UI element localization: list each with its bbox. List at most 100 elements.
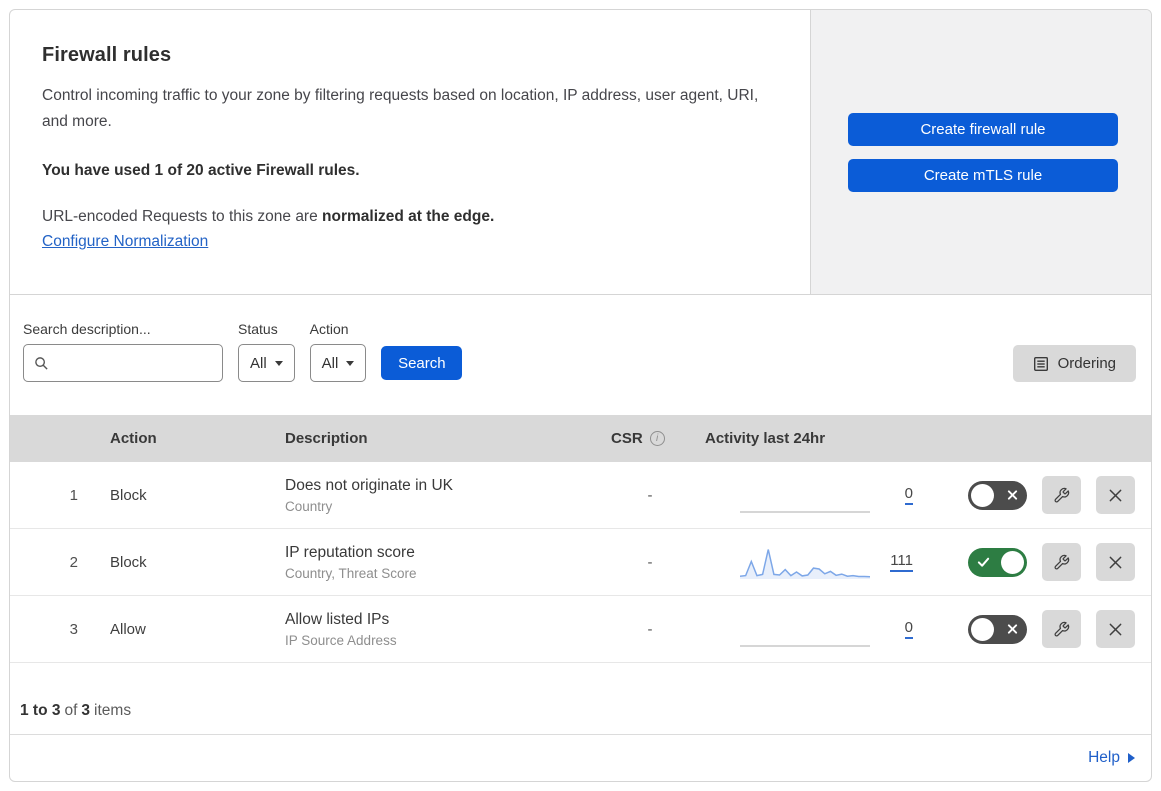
rule-description-cell: Allow listed IPs IP Source Address (275, 611, 595, 648)
rule-description-cell: IP reputation score Country, Threat Scor… (275, 544, 595, 581)
delete-rule-button[interactable] (1096, 610, 1135, 648)
delete-rule-button[interactable] (1096, 476, 1135, 514)
activity-sparkline (740, 645, 870, 647)
rule-activity-cell: 0 (705, 477, 935, 513)
rule-activity-cell: 0 (705, 611, 935, 647)
pagination-total: 3 (81, 702, 91, 719)
filter-controls: Search description... Status All Action … (23, 321, 463, 382)
rule-fields: Country (285, 498, 333, 514)
action-dropdown-value: All (321, 354, 339, 372)
rule-csr-value: - (647, 620, 653, 638)
help-bar: Help (10, 734, 1151, 780)
table-row: 2 Block IP reputation score Country, Thr… (10, 529, 1151, 596)
search-group: Search description... (23, 321, 223, 382)
chevron-down-icon (346, 360, 355, 366)
help-link-label: Help (1088, 748, 1120, 766)
rule-controls (935, 610, 1151, 648)
page-title: Firewall rules (42, 44, 172, 66)
edit-rule-button[interactable] (1042, 543, 1081, 581)
table-header: Action Description CSR i Activity last 2… (10, 415, 1151, 462)
activity-count-link[interactable]: 0 (904, 619, 913, 639)
rule-description-cell: Does not originate in UK Country (275, 477, 595, 514)
pagination-items: items (94, 702, 132, 719)
search-icon (34, 356, 49, 371)
activity-count-link[interactable]: 111 (890, 552, 913, 572)
status-dropdown-value: All (250, 354, 267, 372)
rule-priority-number: 2 (69, 553, 78, 571)
table-row: 3 Allow Allow listed IPs IP Source Addre… (10, 596, 1151, 663)
ordering-button-label: Ordering (1057, 355, 1116, 372)
header-text-block: Firewall rules Control incoming traffic … (10, 10, 810, 294)
close-icon (1108, 622, 1123, 637)
wrench-icon (1053, 554, 1070, 571)
edit-rule-button[interactable] (1042, 476, 1081, 514)
action-label: Action (309, 321, 349, 337)
toggle-knob (971, 483, 994, 507)
usage-text: You have used 1 of 20 active Firewall ru… (42, 162, 360, 179)
arrow-right-icon (1128, 752, 1135, 763)
actions-panel: Create firewall rule Create mTLS rule (810, 10, 1151, 294)
status-dropdown[interactable]: All (238, 344, 295, 382)
rule-priority-number: 3 (69, 620, 78, 638)
rule-controls (935, 543, 1151, 581)
column-header-csr: CSR i (595, 430, 705, 447)
rule-activity-cell: 111 (705, 544, 935, 580)
rule-action: Block (110, 553, 147, 571)
chevron-down-icon (274, 360, 283, 366)
rule-description: Does not originate in UK (285, 476, 454, 494)
create-mtls-rule-button[interactable]: Create mTLS rule (848, 158, 1118, 192)
wrench-icon (1053, 487, 1070, 504)
rule-csr-value: - (647, 553, 653, 571)
page-description: Control incoming traffic to your zone by… (42, 87, 759, 130)
toggle-knob (1001, 550, 1024, 574)
activity-sparkline (740, 549, 870, 579)
rule-description: Allow listed IPs (285, 610, 390, 628)
pagination-bar: 1 to 3 of 3 items (10, 663, 1151, 734)
help-link[interactable]: Help (1088, 749, 1135, 767)
rule-action: Block (110, 486, 147, 504)
search-box[interactable] (23, 344, 223, 382)
activity-count-link[interactable]: 0 (904, 485, 913, 505)
rule-fields: Country, Threat Score (285, 565, 417, 581)
configure-normalization-link[interactable]: Configure Normalization (42, 233, 208, 250)
rule-enabled-toggle[interactable] (968, 547, 1027, 577)
table-body: 1 Block Does not originate in UK Country… (10, 462, 1151, 663)
search-button[interactable]: Search (381, 346, 463, 380)
activity-sparkline (740, 511, 870, 513)
x-icon (1007, 490, 1018, 501)
action-filter-group: Action All (309, 321, 367, 382)
pagination-of: of (64, 702, 78, 719)
header-section: Firewall rules Control incoming traffic … (10, 10, 1151, 295)
column-header-description: Description (285, 430, 368, 447)
table-row: 1 Block Does not originate in UK Country… (10, 462, 1151, 529)
rule-action: Allow (110, 620, 146, 638)
rule-controls (935, 476, 1151, 514)
normalization-text-plain: URL-encoded Requests to this zone are (42, 208, 318, 225)
status-label: Status (238, 321, 278, 337)
rule-enabled-toggle[interactable] (968, 480, 1027, 510)
toggle-knob (971, 617, 994, 641)
pagination-range: 1 to 3 (20, 702, 61, 719)
info-icon[interactable]: i (649, 431, 665, 446)
ordering-button[interactable]: Ordering (1012, 345, 1136, 382)
rule-description: IP reputation score (285, 543, 415, 561)
search-input[interactable] (56, 354, 212, 372)
normalization-text: URL-encoded Requests to this zone are no… (42, 208, 770, 226)
action-dropdown[interactable]: All (309, 344, 367, 382)
check-icon (977, 556, 990, 569)
create-firewall-rule-button[interactable]: Create firewall rule (848, 112, 1118, 146)
filter-bar: Search description... Status All Action … (10, 295, 1151, 415)
column-header-activity: Activity last 24hr (705, 430, 826, 447)
search-label: Search description... (23, 321, 151, 337)
wrench-icon (1053, 621, 1070, 638)
normalization-text-bold: normalized at the edge. (322, 208, 495, 225)
x-icon (1007, 624, 1018, 635)
edit-rule-button[interactable] (1042, 610, 1081, 648)
rule-csr-value: - (647, 486, 653, 504)
delete-rule-button[interactable] (1096, 543, 1135, 581)
rule-enabled-toggle[interactable] (968, 614, 1027, 644)
rule-priority-number: 1 (69, 486, 78, 504)
column-header-action: Action (110, 430, 157, 447)
status-filter-group: Status All (238, 321, 295, 382)
ordering-list-icon (1033, 356, 1049, 372)
